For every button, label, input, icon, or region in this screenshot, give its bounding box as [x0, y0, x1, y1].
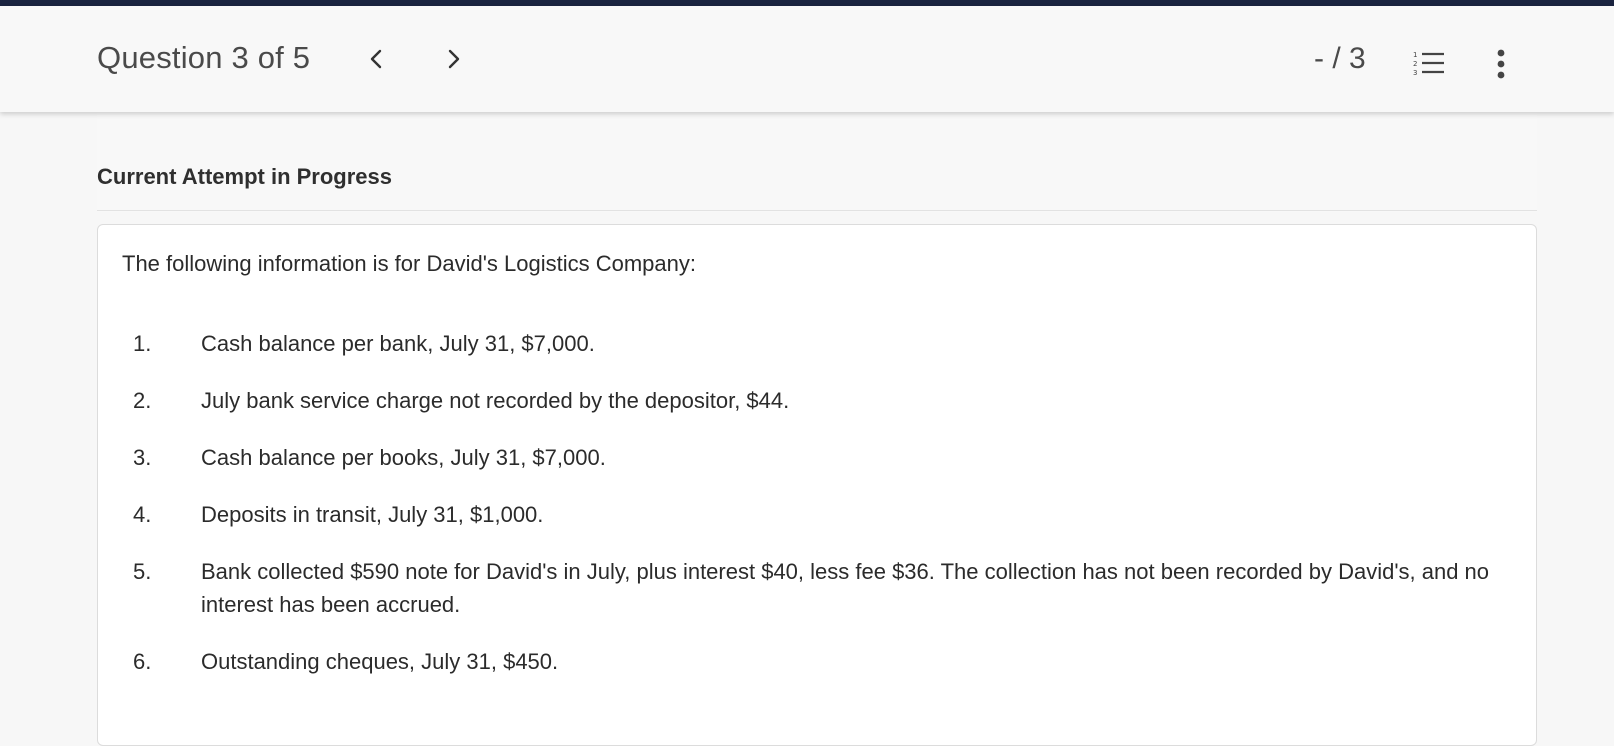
item-number: 5. [133, 559, 152, 584]
question-card: The following information is for David's… [97, 224, 1537, 746]
item-text: Outstanding cheques, July 31, $450. [201, 649, 559, 674]
question-content: Current Attempt in Progress The followin… [97, 112, 1537, 746]
list-item: 4. Deposits in transit, July 31, $1,000. [98, 498, 1536, 531]
more-options-button[interactable] [1488, 48, 1514, 82]
previous-question-button[interactable] [360, 42, 394, 76]
attempt-heading: Current Attempt in Progress [97, 164, 393, 189]
item-text: July bank service charge not recorded by… [201, 388, 790, 413]
list-item: 5. Bank collected $590 note for David's … [98, 555, 1536, 621]
more-vertical-icon [1497, 49, 1505, 79]
question-title: Question 3 of 5 [97, 40, 311, 75]
item-number: 1. [133, 331, 152, 356]
question-header: Question 3 of 5 - / 3 1 2 3 [0, 6, 1614, 112]
item-text: Cash balance per books, July 31, $7,000. [201, 445, 606, 470]
section-divider [97, 210, 1537, 211]
item-text: Bank collected $590 note for David's in … [201, 559, 1490, 617]
question-score: - / 3 [1314, 42, 1366, 75]
list-item: 2. July bank service charge not recorded… [98, 384, 1536, 417]
item-text: Cash balance per bank, July 31, $7,000. [201, 331, 595, 356]
chevron-right-icon [448, 49, 460, 69]
list-item: 3. Cash balance per books, July 31, $7,0… [98, 441, 1536, 474]
numbered-list-icon: 1 2 3 [1413, 51, 1444, 77]
item-number: 3. [133, 445, 152, 470]
svg-text:3: 3 [1413, 69, 1417, 77]
item-number: 6. [133, 649, 152, 674]
question-list-button[interactable]: 1 2 3 [1412, 50, 1446, 78]
content-top-band [97, 112, 1537, 212]
item-text: Deposits in transit, July 31, $1,000. [201, 502, 544, 527]
item-number: 4. [133, 502, 152, 527]
question-intro: The following information is for David's… [122, 251, 696, 276]
list-item: 1. Cash balance per bank, July 31, $7,00… [98, 327, 1536, 360]
list-item: 6. Outstanding cheques, July 31, $450. [98, 645, 1536, 678]
svg-text:2: 2 [1413, 60, 1417, 68]
svg-text:1: 1 [1413, 51, 1417, 59]
chevron-left-icon [370, 49, 382, 69]
next-question-button[interactable] [437, 42, 471, 76]
information-list: 1. Cash balance per bank, July 31, $7,00… [98, 327, 1536, 702]
item-number: 2. [133, 388, 152, 413]
